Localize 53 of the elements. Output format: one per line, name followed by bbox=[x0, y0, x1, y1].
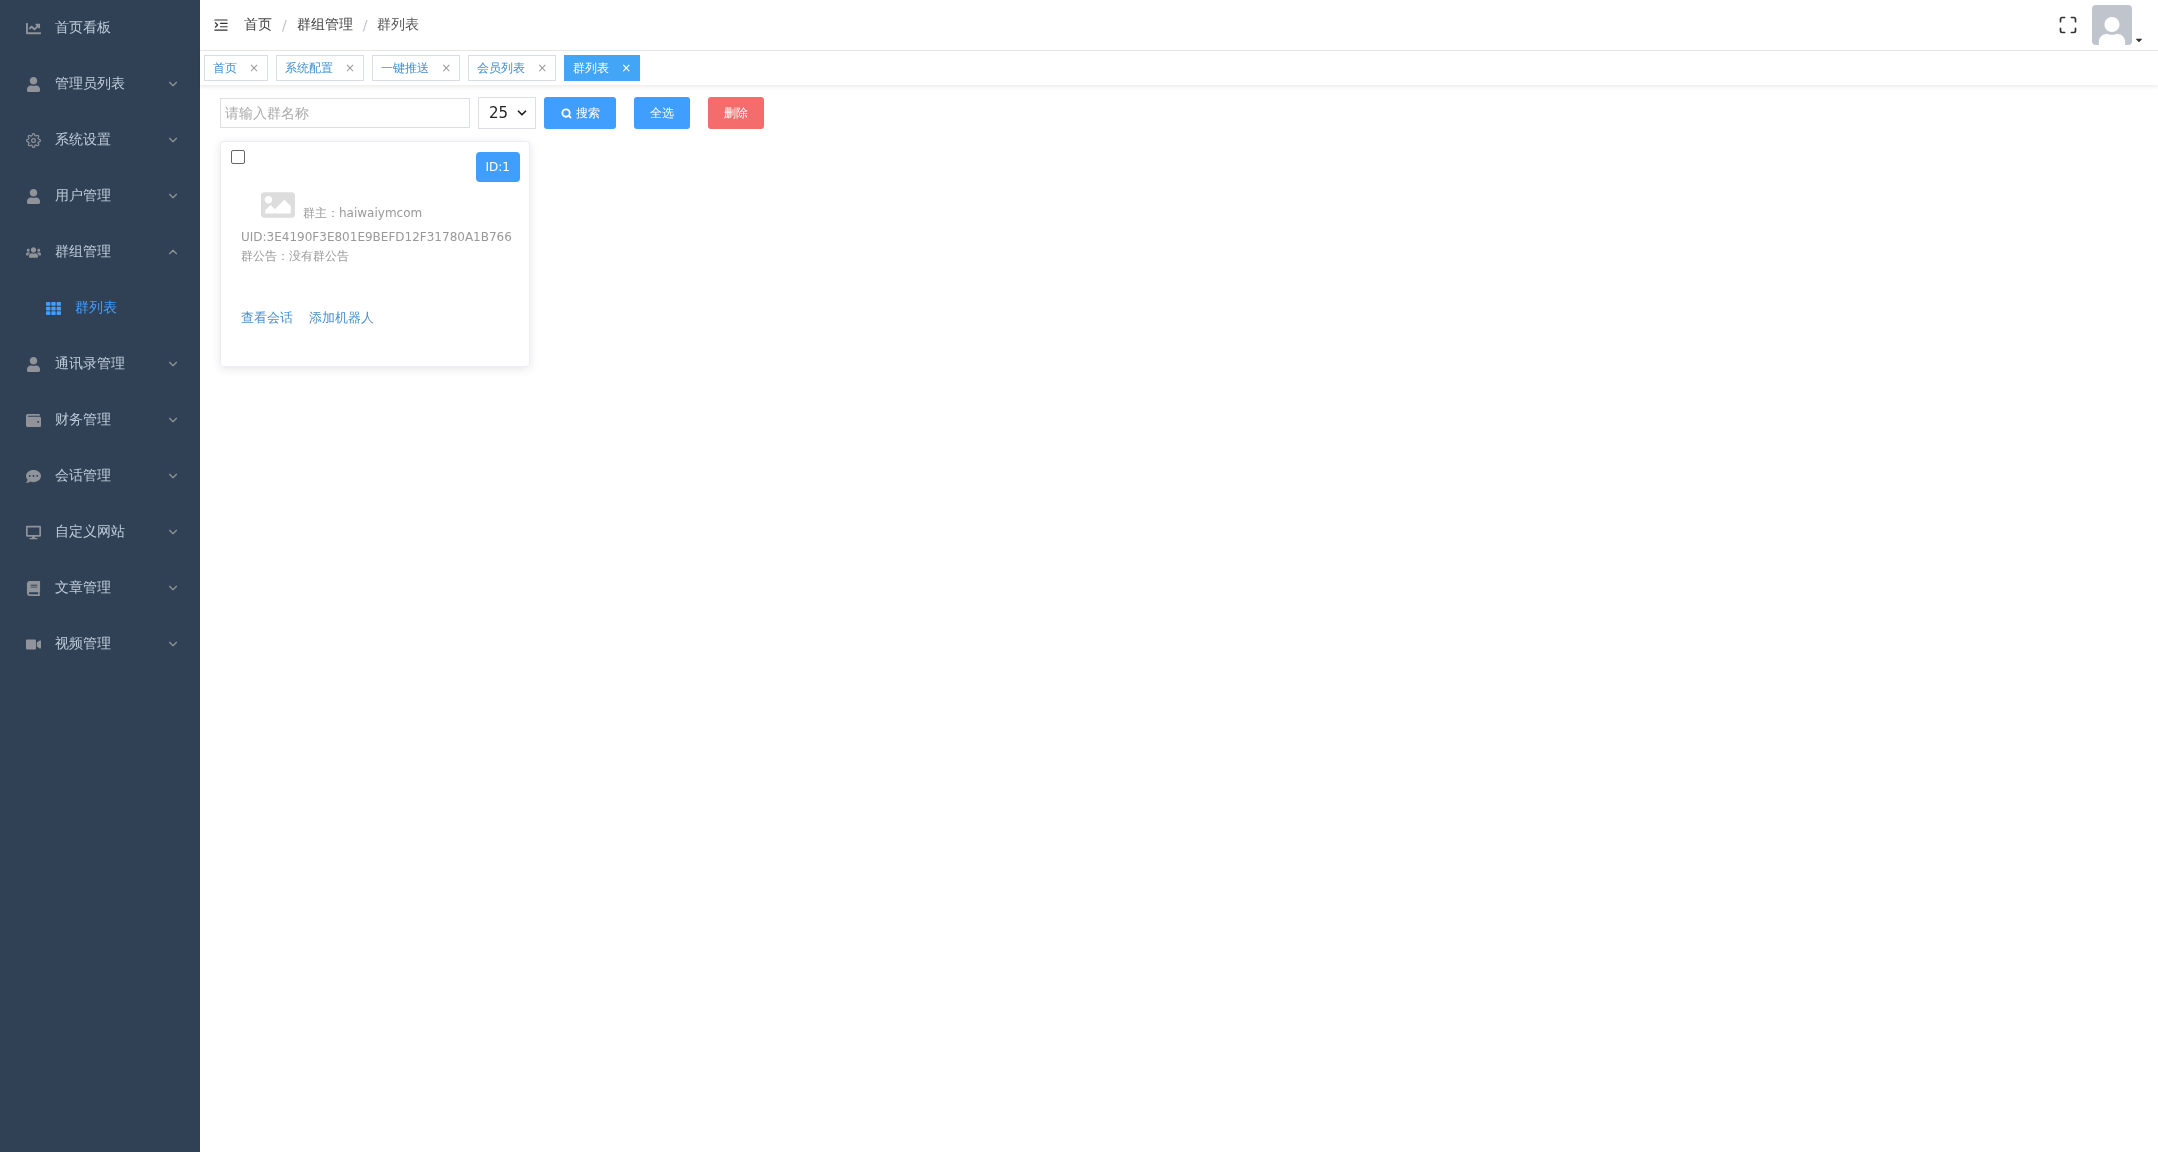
chat-icon bbox=[26, 468, 41, 484]
menu-icon[interactable] bbox=[212, 16, 230, 34]
tab[interactable]: 一键推送 × bbox=[372, 55, 461, 81]
fullscreen-icon[interactable] bbox=[2058, 15, 2078, 35]
users-icon bbox=[26, 244, 41, 260]
sidebar-item[interactable]: 系统设置 bbox=[0, 112, 200, 168]
user-icon bbox=[26, 188, 41, 204]
wallet-icon bbox=[26, 412, 41, 428]
owner-text: 群主：haiwaiymcom bbox=[303, 205, 423, 222]
notice-text: 群公告：没有群公告 bbox=[241, 248, 350, 265]
search-icon bbox=[560, 107, 572, 119]
sidebar-item[interactable]: 用户管理 bbox=[0, 168, 200, 224]
checkbox[interactable] bbox=[231, 150, 245, 164]
breadcrumb-separator: / bbox=[362, 17, 368, 33]
close-icon[interactable]: × bbox=[345, 61, 356, 75]
sidebar-item[interactable]: 财务管理 bbox=[0, 392, 200, 448]
delete-button[interactable]: 删除 bbox=[708, 97, 764, 129]
book-icon bbox=[26, 580, 41, 596]
close-icon[interactable]: × bbox=[441, 61, 452, 75]
breadcrumb-item: 群列表 bbox=[377, 16, 420, 34]
id-badge: ID:1 bbox=[475, 152, 520, 182]
tab[interactable]: 群列表 × bbox=[564, 55, 641, 81]
sidebar-item[interactable]: 自定义网站 bbox=[0, 504, 200, 560]
sidebar-subitem[interactable]: 群列表 bbox=[0, 280, 200, 336]
tab[interactable]: 系统配置 × bbox=[276, 55, 365, 81]
page-size-select[interactable]: 25 bbox=[478, 97, 536, 129]
sidebar-item[interactable]: 会话管理 bbox=[0, 448, 200, 504]
close-icon[interactable]: × bbox=[621, 61, 632, 75]
close-icon[interactable]: × bbox=[249, 61, 260, 75]
tab[interactable]: 会员列表 × bbox=[468, 55, 557, 81]
settings-icon bbox=[26, 132, 41, 148]
tab[interactable]: 首页 × bbox=[204, 55, 269, 81]
breadcrumb-item[interactable]: 群组管理 bbox=[296, 16, 353, 34]
sidebar-item[interactable]: 通讯录管理 bbox=[0, 336, 200, 392]
monitor-icon bbox=[26, 524, 41, 540]
card-link[interactable]: 添加机器人 bbox=[309, 309, 374, 327]
select-all-button[interactable]: 全选 bbox=[634, 97, 690, 129]
uid-text: UID:3E4190F3E801E9BEFD12F31780A1B766 bbox=[241, 230, 513, 244]
user-icon bbox=[26, 76, 41, 92]
grid-icon bbox=[46, 300, 61, 316]
sidebar-item[interactable]: 管理员列表 bbox=[0, 56, 200, 112]
close-icon[interactable]: × bbox=[537, 61, 548, 75]
sidebar-item[interactable]: 群组管理 bbox=[0, 224, 200, 280]
search-field[interactable]: 请输入群名称 bbox=[220, 98, 470, 128]
chart-icon bbox=[26, 20, 41, 36]
sidebar-item[interactable]: 首页看板 bbox=[0, 0, 200, 56]
user-icon bbox=[26, 356, 41, 372]
search-button[interactable]: 搜索 bbox=[544, 97, 616, 129]
sidebar-item[interactable]: 文章管理 bbox=[0, 560, 200, 616]
sidebar-item[interactable]: 视频管理 bbox=[0, 616, 200, 672]
card-link[interactable]: 查看会话 bbox=[241, 309, 293, 327]
breadcrumb-item[interactable]: 首页 bbox=[244, 16, 272, 34]
breadcrumb-separator: / bbox=[282, 17, 287, 33]
